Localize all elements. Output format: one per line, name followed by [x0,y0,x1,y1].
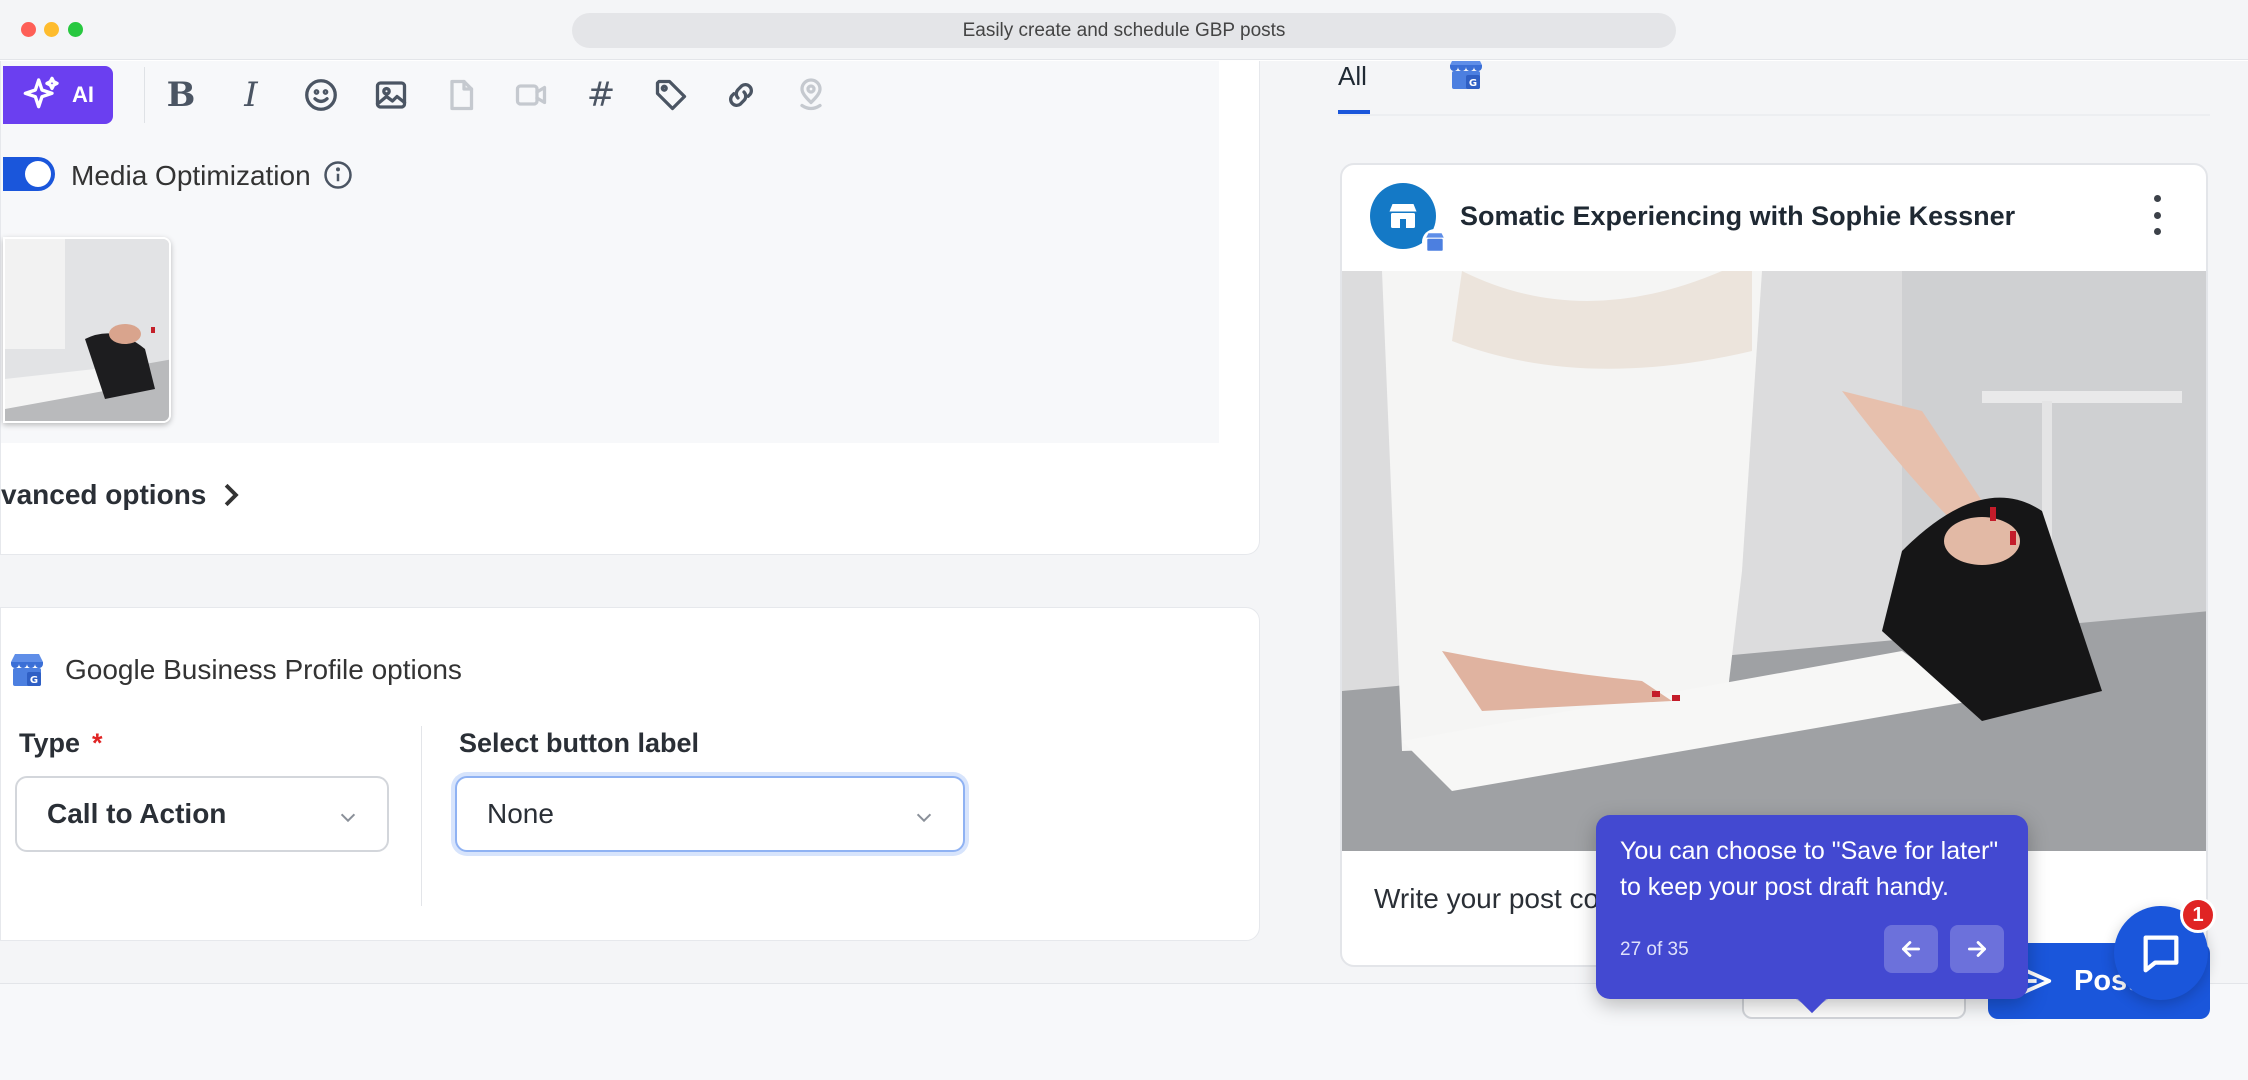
google-business-icon: G [11,654,43,686]
gbp-options-header: G Google Business Profile options [7,650,462,690]
google-business-icon: G [1450,61,1482,89]
type-select-value: Call to Action [47,798,227,829]
location-icon [789,73,833,117]
svg-text:G: G [30,675,38,686]
tour-next-button[interactable] [1950,925,2004,973]
button-label-title: Select button label [459,728,700,758]
advanced-options-label: vanced options [1,479,207,510]
button-label-value: None [487,798,554,829]
maximize-window-button[interactable] [68,22,83,37]
chat-notification-badge: 1 [2180,897,2216,933]
tab-all[interactable]: All [1338,61,1370,114]
sparkle-icon [23,76,59,109]
tour-step-counter: 27 of 35 [1620,939,1689,960]
video-icon [509,73,553,117]
svg-text:G: G [1469,78,1477,89]
type-select[interactable]: Call to Action [15,776,389,852]
post-image [1342,271,2206,851]
window-titlebar: Easily create and schedule GBP posts [0,0,2248,60]
preview-header: Somatic Experiencing with Sophie Kessner [1342,165,2206,271]
file-icon [439,73,483,117]
chevron-down-icon [337,804,359,826]
button-label-select[interactable]: None [455,776,965,852]
ai-label: AI [72,82,94,107]
bold-icon[interactable]: B [159,73,203,117]
editor-area: AI B I # Media Optimization [1,61,1219,443]
hashtag-icon[interactable]: # [579,73,623,117]
media-optimization-label: Media Optimization [71,160,311,191]
toolbar-divider [144,67,145,123]
profile-name: Somatic Experiencing with Sophie Kessner [1460,201,2016,231]
tour-tooltip: You can choose to "Save for later" to ke… [1596,815,2028,999]
minimize-window-button[interactable] [44,22,59,37]
chat-icon [2143,935,2179,973]
link-icon[interactable] [719,73,763,117]
gbp-options-title: Google Business Profile options [65,654,462,685]
tour-previous-button[interactable] [1884,925,1938,973]
close-window-button[interactable] [21,22,36,37]
advanced-options-toggle[interactable]: vanced options [1,479,242,511]
type-label: Type * [19,728,103,758]
gbp-options-card: G Google Business Profile options Type * … [0,607,1260,941]
tag-icon[interactable] [649,73,693,117]
editor-toolbar: AI B I # [1,61,1219,131]
ai-assist-button[interactable]: AI [3,66,113,124]
arrow-right-icon [1968,941,1986,957]
arrow-left-icon [1902,941,1920,957]
tab-google-business[interactable]: G [1446,61,1486,93]
post-photo [1342,271,2206,851]
chevron-right-icon [225,483,240,507]
media-optimization-toggle[interactable] [3,157,55,191]
image-icon[interactable] [369,73,413,117]
window-title: Easily create and schedule GBP posts [572,13,1676,48]
post-editor-card: AI B I # Media Optimization vanced optio… [0,61,1260,555]
info-icon[interactable] [323,160,353,190]
post-text-placeholder[interactable]: Write your post cop [1374,883,1615,915]
more-options-icon[interactable] [2150,195,2164,235]
italic-icon[interactable]: I [229,73,273,117]
thumbnail-photo [5,239,169,421]
column-divider [421,726,422,906]
chevron-down-icon [913,804,935,826]
google-business-icon [1426,233,1444,251]
store-icon [1389,204,1417,228]
media-thumbnail[interactable] [3,237,171,423]
tour-tooltip-text: You can choose to "Save for later" to ke… [1620,837,1999,901]
toggle-knob [25,161,51,187]
google-business-badge [1422,229,1448,255]
emoji-icon[interactable] [299,73,343,117]
preview-tabs: All G [1338,61,2210,116]
required-marker: * [92,728,103,758]
